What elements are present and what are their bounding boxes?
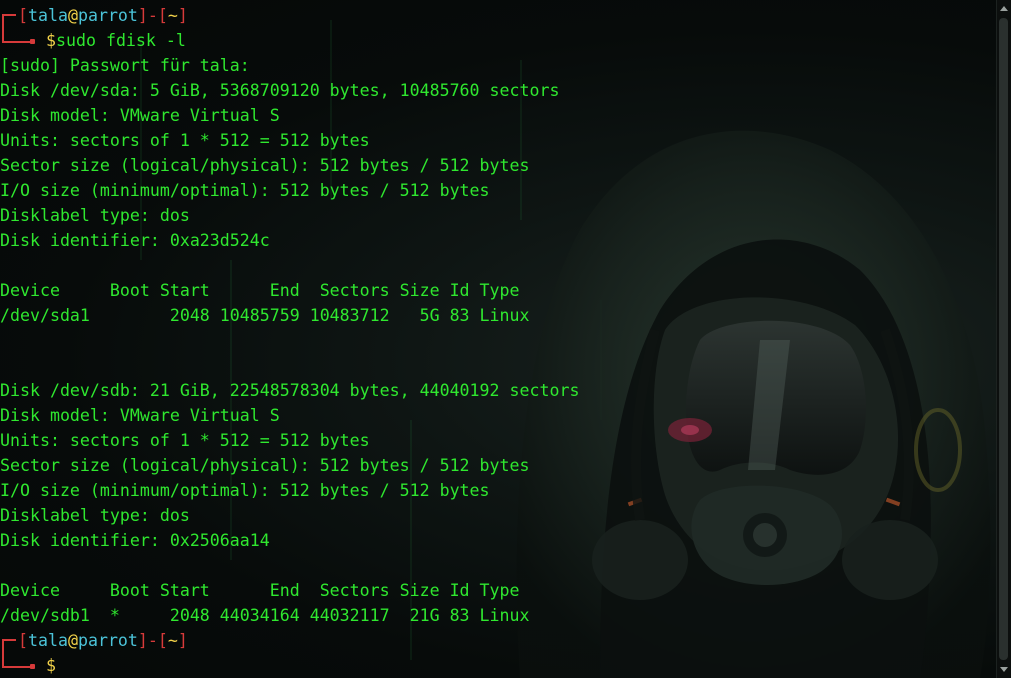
prompt-top-line: [tala@parrot]-[~] — [0, 628, 996, 667]
prompt-elbow-bottom-icon — [2, 41, 32, 43]
prompt-input-line[interactable]: $ — [0, 653, 996, 678]
bracket-close: ] — [137, 6, 148, 25]
output-line: Disk /dev/sda: 5 GiB, 5368709120 bytes, … — [0, 81, 560, 100]
prompt-at: @ — [67, 6, 78, 25]
dir-bracket-open: [ — [157, 6, 168, 25]
output-line: Disk model: VMware Virtual S — [0, 406, 280, 425]
scrollbar-thumb[interactable] — [999, 18, 1008, 660]
output-line: Disk identifier: 0x2506aa14 — [0, 531, 270, 550]
prompt-at: @ — [67, 631, 78, 650]
partition-table-row: /dev/sda1 2048 10485759 10483712 5G 83 L… — [0, 306, 530, 325]
prompt-separator: - — [147, 631, 158, 650]
prompt-user: tala — [28, 631, 68, 650]
prompt-host: parrot — [77, 6, 138, 25]
bracket-open: [ — [18, 6, 28, 25]
prompt-host: parrot — [77, 631, 138, 650]
output-line: I/O size (minimum/optimal): 512 bytes / … — [0, 181, 490, 200]
output-line: Disklabel type: dos — [0, 206, 190, 225]
prompt-elbow-top-icon — [2, 639, 16, 641]
partition-table-header: Device Boot Start End Sectors Size Id Ty… — [0, 581, 520, 600]
terminal-window[interactable]: [tala@parrot]-[~] $sudo fdisk -l [sudo] … — [0, 0, 1011, 678]
partition-table-row: /dev/sdb1 * 2048 44034164 44032117 21G 8… — [0, 606, 530, 625]
output-line: Units: sectors of 1 * 512 = 512 bytes — [0, 131, 370, 150]
prompt-dollar: $ — [46, 31, 56, 50]
terminal-output: [tala@parrot]-[~] $sudo fdisk -l [sudo] … — [0, 3, 996, 678]
vertical-scrollbar[interactable] — [996, 0, 1011, 678]
output-line: Disk /dev/sdb: 21 GiB, 22548578304 bytes… — [0, 381, 580, 400]
output-line: Disklabel type: dos — [0, 506, 190, 525]
text-cursor — [56, 656, 65, 674]
prompt-command-line: $sudo fdisk -l — [0, 28, 996, 53]
prompt-elbow-bottom-icon — [2, 666, 32, 668]
prompt-arrow-icon — [30, 664, 35, 669]
prompt-top-line: [tala@parrot]-[~] — [0, 3, 996, 42]
prompt-arrow-icon — [30, 39, 35, 44]
prompt-dir: ~ — [167, 6, 178, 25]
dir-bracket-open: [ — [157, 631, 168, 650]
output-line: I/O size (minimum/optimal): 512 bytes / … — [0, 481, 490, 500]
output-line: Units: sectors of 1 * 512 = 512 bytes — [0, 431, 370, 450]
output-line: Sector size (logical/physical): 512 byte… — [0, 156, 530, 175]
prompt-dollar: $ — [46, 656, 56, 675]
partition-table-header: Device Boot Start End Sectors Size Id Ty… — [0, 281, 520, 300]
prompt-user: tala — [28, 6, 68, 25]
output-line: Sector size (logical/physical): 512 byte… — [0, 456, 530, 475]
bracket-close: ] — [137, 631, 148, 650]
scroll-down-arrow-icon[interactable] — [1000, 667, 1008, 672]
output-line: [sudo] Passwort für tala: — [0, 56, 250, 75]
prompt-dir: ~ — [167, 631, 178, 650]
scroll-up-arrow-icon[interactable] — [1000, 6, 1008, 11]
dir-bracket-close: ] — [177, 631, 188, 650]
output-line: Disk identifier: 0xa23d524c — [0, 231, 270, 250]
prompt-separator: - — [147, 6, 158, 25]
prompt-elbow-top-icon — [2, 14, 16, 16]
dir-bracket-close: ] — [177, 6, 188, 25]
bracket-open: [ — [18, 631, 28, 650]
output-line: Disk model: VMware Virtual S — [0, 106, 280, 125]
command-text: sudo fdisk -l — [56, 31, 186, 50]
